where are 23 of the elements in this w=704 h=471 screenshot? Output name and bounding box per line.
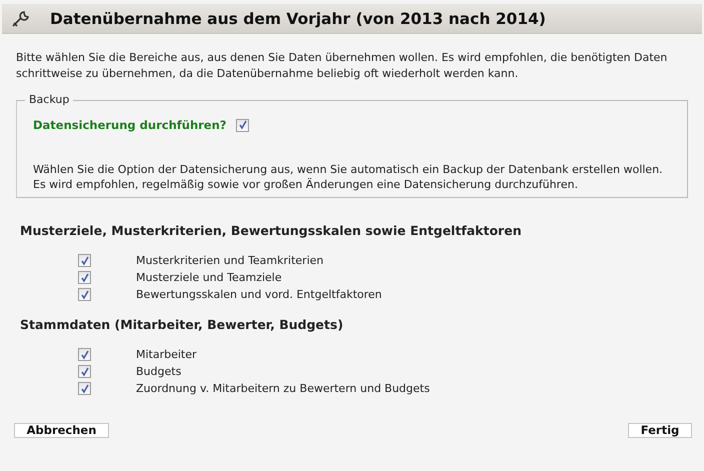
option-checkbox[interactable]	[78, 365, 91, 378]
option-checkbox[interactable]	[78, 382, 91, 395]
window-title: Datenübernahme aus dem Vorjahr (von 2013 nach 2014)	[50, 10, 546, 28]
panel-legend: Backup	[25, 93, 74, 106]
backup-note: Wählen Sie die Option der Datensicherung aus, wenn Sie automatisch ein Backup der Datenbank erstellen wollen. Es wird empfohlen, regelmäßig sowie vor großen Änderungen eine Datensicherung durchzuführen.	[33, 162, 664, 192]
finish-button[interactable]: Fertig	[628, 423, 692, 438]
wrench-icon	[10, 8, 32, 28]
option-checkbox[interactable]	[78, 288, 91, 301]
option-label: Musterziele und Teamziele	[136, 271, 282, 284]
option-checkbox[interactable]	[78, 254, 91, 267]
option-label: Mitarbeiter	[136, 348, 197, 361]
option-label: Bewertungsskalen und vord. Entgeltfaktoren	[136, 288, 382, 301]
option-label: Musterkriterien und Teamkriterien	[136, 254, 324, 267]
section-heading: Musterziele, Musterkriterien, Bewertungsskalen sowie Entgeltfaktoren	[20, 223, 522, 238]
option-checkbox[interactable]	[78, 271, 91, 284]
option-label: Budgets	[136, 365, 182, 378]
cancel-button[interactable]: Abbrechen	[14, 423, 109, 438]
backup-checkbox[interactable]	[236, 118, 250, 132]
option-label: Zuordnung v. Mitarbeitern zu Bewertern und Budgets	[136, 382, 430, 395]
section-heading: Stammdaten (Mitarbeiter, Bewerter, Budgets)	[20, 317, 344, 332]
option-checkbox[interactable]	[78, 348, 91, 361]
intro-text: Bitte wählen Sie die Bereiche aus, aus denen Sie Daten übernehmen wollen. Es wird empfohlen, die benötigten Daten schrittweise zu übernehmen, da die Datenübernahme beliebig oft wiederholt werden kann.	[16, 50, 668, 82]
backup-option-label: Datensicherung durchführen?	[33, 118, 226, 132]
